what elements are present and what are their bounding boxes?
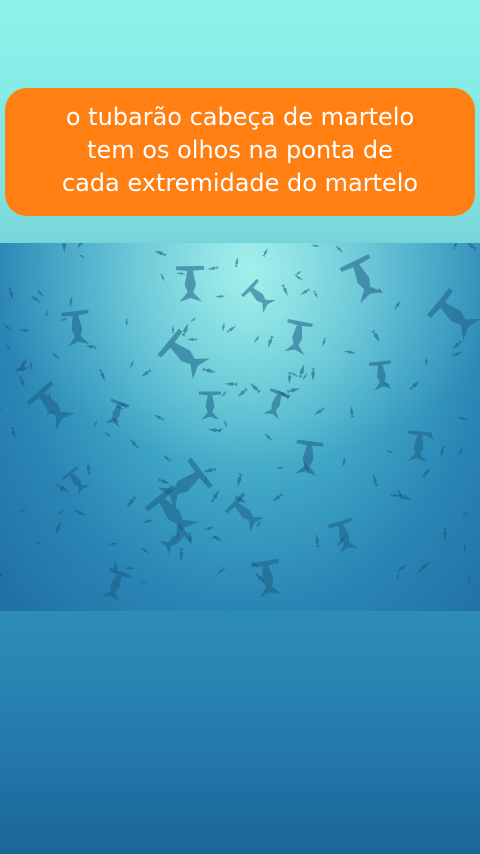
caption-line-1: o tubarão cabeça de martelo bbox=[65, 103, 415, 131]
caption-banner: o tubarão cabeça de martelo tem os olhos… bbox=[5, 88, 475, 216]
caption-line-3: cada extremidade do martelo bbox=[61, 169, 419, 197]
lower-water-background bbox=[0, 611, 480, 854]
hammerhead-shark-school-icon bbox=[0, 243, 480, 611]
caption-line-2: tem os olhos na ponta de bbox=[87, 136, 393, 164]
video-frame[interactable] bbox=[0, 243, 480, 611]
